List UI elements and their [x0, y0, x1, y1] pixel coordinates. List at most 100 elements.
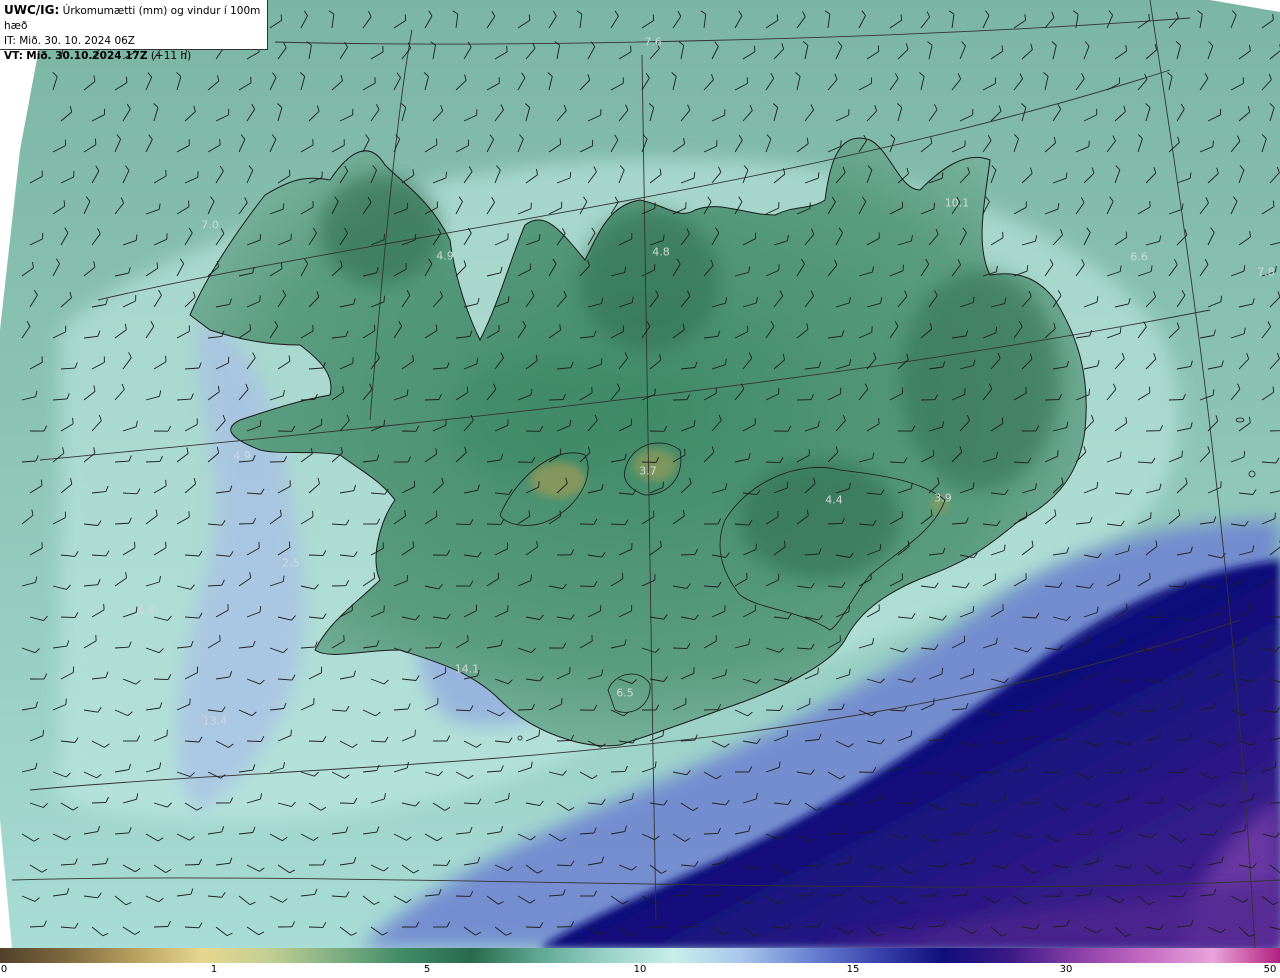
map-value-label: 7.0: [201, 218, 219, 232]
colorbar-tick: 10: [633, 964, 647, 975]
wind-barb-flag: [280, 14, 283, 21]
wind-barb-flag: [972, 606, 975, 613]
wind-barb-flag: [1220, 295, 1222, 302]
wind-barb-flag: [383, 419, 385, 426]
wind-barb-flag: [941, 667, 944, 674]
wind-barb-flag: [662, 481, 664, 488]
map-value-label: 4.9: [436, 249, 454, 263]
wind-barb-staff: [1145, 616, 1161, 618]
map-value-label: 7.6: [644, 35, 662, 49]
wind-barb-staff: [672, 647, 688, 650]
wind-barb-flag: [290, 233, 292, 240]
colorbar-tick: 50: [1263, 964, 1277, 975]
wind-barb-staff: [145, 460, 161, 463]
map-value-label: 4.9: [233, 449, 251, 463]
wind-barb-flag: [569, 419, 571, 426]
wind-barb-flag: [1243, 636, 1246, 643]
wind-barb-flag: [877, 45, 880, 52]
valid-prefix: VT:: [4, 50, 23, 62]
wind-barb-staff: [1168, 399, 1184, 401]
wind-barb-staff: [680, 553, 696, 556]
map-value-label: 6.4: [137, 603, 155, 617]
wind-barb-staff: [827, 522, 843, 525]
wind-barb-flag: [817, 667, 819, 674]
wind-barb-flag: [995, 326, 998, 333]
map-value-label: 3.9: [934, 491, 952, 505]
wind-barb-flag: [652, 510, 655, 517]
colorbar-tick: 5: [423, 964, 431, 975]
title-line: UWC/IG: Úrkomumætti (mm) og vindur í 100…: [4, 3, 263, 34]
wind-barb-flag: [755, 543, 757, 550]
wind-barb-flag: [530, 574, 532, 581]
wind-barb-staff: [703, 832, 719, 835]
wind-barb-flag: [406, 575, 409, 582]
map-value-label: 6.6: [1130, 250, 1148, 264]
colorbar-tick: 0: [0, 964, 8, 975]
wind-barb-flag: [466, 386, 469, 393]
wind-barb-flag: [63, 200, 66, 207]
wind-barb-staff: [517, 709, 533, 711]
wind-barb-flag: [879, 544, 882, 551]
map-value-label: 13.4: [202, 714, 228, 728]
wind-barb-staff: [60, 616, 76, 619]
map-value-label: 14.1: [454, 662, 480, 676]
wind-barb-flag: [569, 171, 572, 179]
wind-barb-flag: [530, 388, 533, 395]
wind-barb-staff: [424, 399, 440, 401]
map-value-label: 6.5: [616, 686, 634, 700]
wind-barb-staff: [641, 461, 657, 463]
colorbar-tick: 15: [846, 964, 860, 975]
wind-barb-staff: [525, 926, 541, 928]
map-value-label: 7.8: [1257, 265, 1275, 279]
wind-barb-flag: [134, 541, 136, 548]
wind-barb-flag: [435, 324, 438, 331]
wind-barb-flag: [621, 572, 624, 579]
valid-line: VT: Mið. 30.10.2024 17Z (+11 h): [4, 49, 263, 64]
wind-barb-flag: [1001, 417, 1004, 424]
wind-barb-flag: [559, 138, 562, 145]
wind-barb-flag: [1088, 388, 1090, 395]
wind-barb-flag: [40, 479, 43, 486]
colorbar-strip: [0, 948, 1280, 963]
wind-barb-staff: [455, 523, 471, 526]
wind-barb-flag: [42, 729, 44, 736]
map-value-label: 10.1: [944, 196, 970, 210]
wind-barb-flag: [404, 14, 407, 21]
wind-barb-flag: [497, 572, 500, 579]
wind-barb-staff: [308, 554, 324, 557]
colorbar-tick: 1: [210, 964, 218, 975]
wind-barb-flag: [1148, 386, 1151, 393]
wind-barb-flag: [445, 171, 447, 178]
wind-barb-staff: [1269, 430, 1280, 432]
wind-barb-flag: [373, 324, 376, 331]
issued-time: IT: Mið. 30. 10. 2024 06Z: [4, 35, 135, 47]
wind-barb-staff: [556, 740, 572, 742]
map-value-label: 2.5: [282, 556, 300, 570]
wind-barb-staff: [579, 585, 595, 588]
wind-barb-staff: [153, 678, 169, 681]
wind-barb-staff: [91, 801, 107, 804]
wind-barb-staff: [680, 925, 696, 928]
wind-barb-flag: [1274, 512, 1276, 519]
wind-barb-flag: [528, 14, 531, 21]
wind-barb-flag: [435, 510, 438, 517]
wind-barb-flag: [414, 729, 416, 736]
wind-barb-staff: [153, 926, 169, 928]
map-value-label: 4.8: [652, 245, 670, 259]
wind-barb-flag: [1096, 667, 1099, 675]
wind-barb-flag: [125, 76, 128, 83]
wind-barb-staff: [1021, 802, 1037, 805]
wind-barb-flag: [1181, 450, 1183, 457]
valid-time: Mið. 30.10.2024 17Z: [26, 50, 148, 62]
wind-barb-flag: [288, 541, 291, 548]
wind-barb-flag: [1272, 200, 1275, 207]
map-value-label: 4.4: [825, 493, 843, 507]
wind-barb-flag: [1212, 140, 1214, 147]
wind-barb-flag: [406, 202, 409, 210]
wind-barb-flag: [414, 233, 417, 241]
map-info-box: UWC/IG: Úrkomumætti (mm) og vindur í 100…: [0, 0, 268, 62]
wind-barb-staff: [184, 864, 200, 866]
wind-barb-flag: [188, 200, 190, 207]
lead-time: (+11 h): [150, 50, 192, 62]
wind-barb-flag: [259, 605, 262, 613]
